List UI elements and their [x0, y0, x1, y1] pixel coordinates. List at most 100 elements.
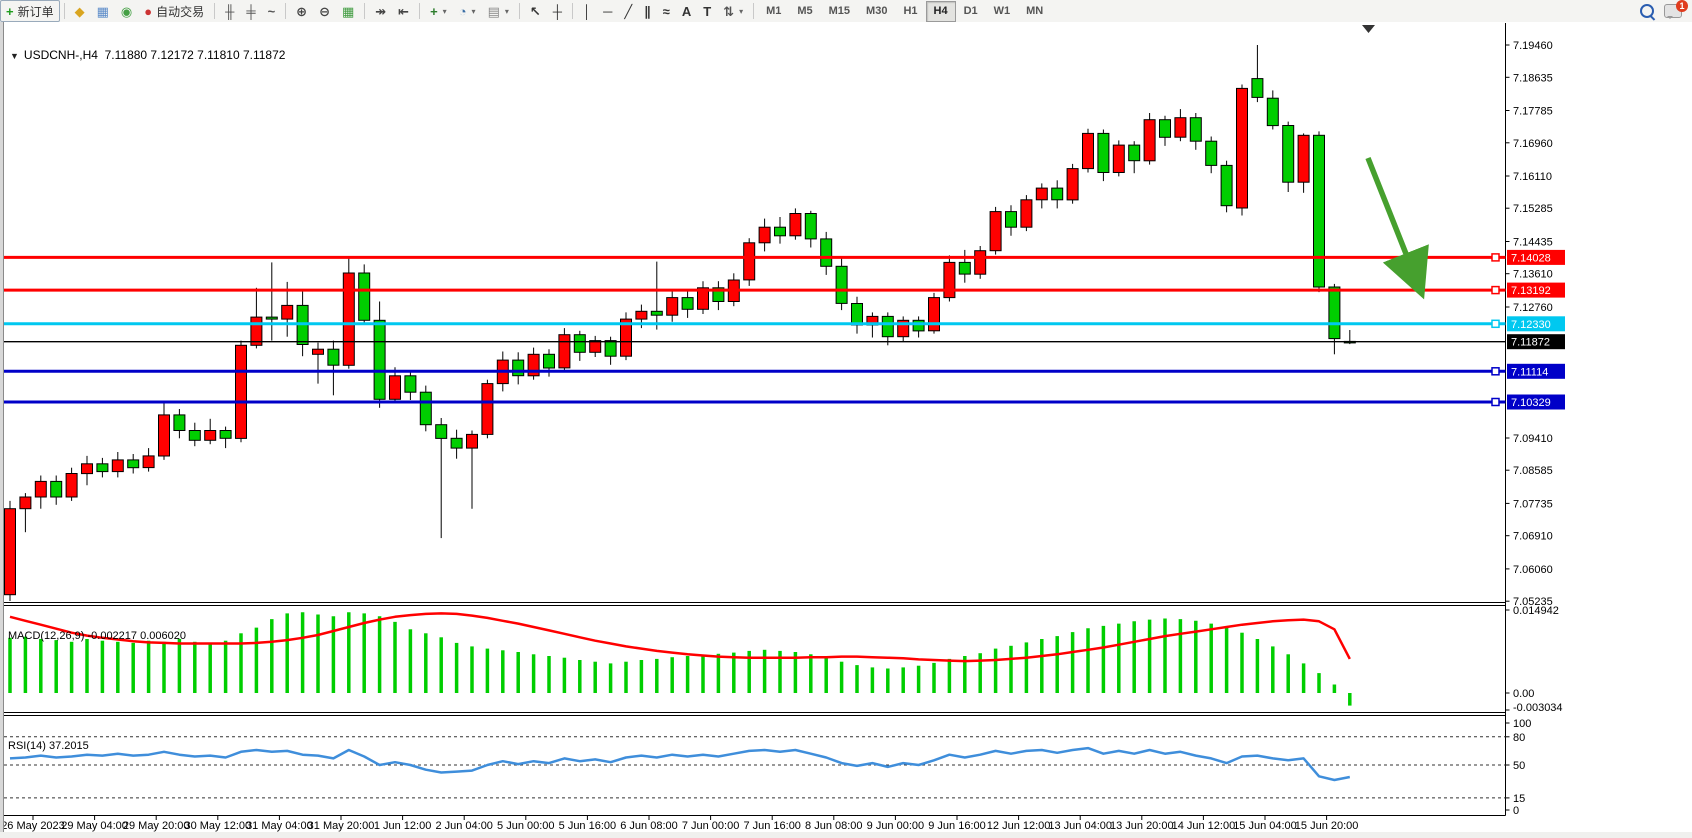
new-order-button[interactable]: +新订单 [0, 0, 60, 22]
dropdown-caret-icon[interactable]: ▾ [739, 7, 743, 16]
autotrading-button[interactable]: ●自动交易 [138, 0, 210, 22]
dropdown-caret-icon[interactable]: ▾ [443, 7, 447, 16]
svg-text:7.13192: 7.13192 [1511, 285, 1551, 297]
symbol-period-label: USDCNH-,H4 [24, 48, 98, 62]
cursor-icon: ↖ [530, 5, 541, 18]
svg-text:7 Jun 00:00: 7 Jun 00:00 [682, 820, 740, 832]
toolbar-separator [64, 3, 65, 19]
line-handle[interactable] [1492, 399, 1499, 406]
indicators-button[interactable]: +▾ [424, 0, 453, 22]
periods-button[interactable]: ◔▾ [453, 0, 482, 22]
rsi-line [10, 748, 1350, 780]
zoom-out-icon: ⊖ [319, 5, 330, 18]
market-watch-button[interactable]: ◆ [69, 0, 91, 22]
vertical-line-button[interactable]: │ [577, 0, 597, 22]
candle-chart-button[interactable]: ╪ [240, 0, 261, 22]
timeframe-m5-button[interactable]: M5 [789, 1, 820, 22]
pane-borders [4, 23, 1506, 816]
ohlc-values: 7.11880 7.12172 7.11810 7.11872 [105, 48, 286, 62]
chat-notification-icon[interactable]: 1 [1664, 4, 1682, 18]
svg-text:7.13610: 7.13610 [1513, 269, 1553, 281]
line-handle[interactable] [1492, 287, 1499, 294]
cursor-button[interactable]: ↖ [524, 0, 547, 22]
svg-text:100: 100 [1513, 718, 1531, 730]
signals-button[interactable]: ◉ [115, 0, 138, 22]
bar-chart-button[interactable]: ╫ [219, 0, 240, 22]
timeframe-m1-button[interactable]: M1 [758, 1, 789, 22]
rsi-pane: 1008050150 [4, 718, 1531, 817]
chart-shift-button[interactable]: ⇤ [392, 0, 415, 22]
svg-text:7.14028: 7.14028 [1511, 252, 1551, 264]
templates-button[interactable]: ▤▾ [482, 0, 515, 22]
svg-text:15 Jun 20:00: 15 Jun 20:00 [1295, 820, 1359, 832]
svg-text:6 Jun 08:00: 6 Jun 08:00 [620, 820, 678, 832]
search-icon[interactable] [1640, 4, 1654, 18]
svg-text:0.014942: 0.014942 [1513, 605, 1559, 617]
svg-text:8 Jun 08:00: 8 Jun 08:00 [805, 820, 863, 832]
zoom-out-button[interactable]: ⊖ [313, 0, 336, 22]
svg-text:7.06060: 7.06060 [1513, 564, 1553, 576]
toolbar-separator [214, 3, 215, 19]
main-toolbar: +新订单◆▦◉●自动交易╫╪~⊕⊖▦↠⇤+▾◔▾▤▾↖┼│─╱∥≈AT⇅▾M1M… [0, 0, 1692, 23]
svg-text:7.10329: 7.10329 [1511, 397, 1551, 409]
chevron-down-icon[interactable]: ▼ [10, 51, 19, 61]
text-label-button[interactable]: T [697, 0, 717, 22]
macd-main-value: -0.002217 [87, 630, 137, 642]
timeframe-mn-button[interactable]: MN [1018, 1, 1051, 22]
svg-text:5 Jun 16:00: 5 Jun 16:00 [559, 820, 617, 832]
chart-window-button[interactable]: ▦ [91, 0, 115, 22]
macd-pane: 0.0149420.00-0.003034 [10, 605, 1563, 714]
svg-text:7.06910: 7.06910 [1513, 531, 1553, 543]
toolbar-separator [519, 3, 520, 19]
chart-window[interactable]: ▼ USDCNH-,H4 7.11880 7.12172 7.11810 7.11… [0, 22, 1692, 838]
crosshair-button[interactable]: ┼ [547, 0, 568, 22]
arrows-icon: ⇅ [723, 5, 734, 18]
svg-text:26 May 2023: 26 May 2023 [1, 820, 65, 832]
dropdown-caret-icon[interactable]: ▾ [472, 7, 476, 16]
svg-text:5 Jun 00:00: 5 Jun 00:00 [497, 820, 555, 832]
macd-signal-value: 0.006020 [140, 630, 186, 642]
auto-scroll-button[interactable]: ↠ [369, 0, 392, 22]
bars-icon: ╫ [225, 5, 234, 18]
trendline-icon: ╱ [624, 5, 632, 18]
timeframe-d1-button[interactable]: D1 [956, 1, 986, 22]
sell-annotation-arrow[interactable] [1368, 158, 1418, 284]
zoom-in-button[interactable]: ⊕ [290, 0, 313, 22]
text-button[interactable]: A [676, 0, 697, 22]
new-order-icon: + [6, 5, 14, 18]
fibonacci-button[interactable]: ≈ [657, 0, 676, 22]
indicators-icon: + [430, 5, 438, 18]
chart-title: ▼ USDCNH-,H4 7.11880 7.12172 7.11810 7.11… [10, 48, 285, 62]
vline-icon: │ [583, 5, 591, 18]
channel-button[interactable]: ∥ [638, 0, 657, 22]
svg-text:7.16110: 7.16110 [1513, 171, 1552, 183]
line-handle[interactable] [1492, 320, 1499, 327]
line-chart-button[interactable]: ~ [262, 0, 282, 22]
autoscroll-icon: ↠ [375, 5, 386, 18]
timeframe-w1-button[interactable]: W1 [986, 1, 1019, 22]
svg-text:7.15285: 7.15285 [1513, 203, 1553, 215]
timeframe-h4-button[interactable]: H4 [926, 1, 956, 22]
svg-text:7 Jun 16:00: 7 Jun 16:00 [743, 820, 801, 832]
timeframe-m15-button[interactable]: M15 [821, 1, 858, 22]
arrows-button[interactable]: ⇅▾ [717, 0, 749, 22]
svg-text:30 May 12:00: 30 May 12:00 [184, 820, 251, 832]
dropdown-caret-icon[interactable]: ▾ [505, 7, 509, 16]
time-axis: 26 May 202329 May 04:0029 May 20:0030 Ma… [1, 816, 1358, 833]
window-bottom-strip [0, 832, 1692, 838]
svg-text:31 May 04:00: 31 May 04:00 [246, 820, 313, 832]
trendline-button[interactable]: ╱ [618, 0, 638, 22]
line-handle[interactable] [1492, 254, 1499, 261]
price-chart-canvas[interactable]: 7.194607.186357.177857.169607.161107.152… [0, 22, 1692, 838]
svg-text:29 May 20:00: 29 May 20:00 [123, 820, 190, 832]
horizontal-line-button[interactable]: ─ [597, 0, 618, 22]
timeframe-h1-button[interactable]: H1 [895, 1, 925, 22]
tile-windows-button[interactable]: ▦ [336, 0, 360, 22]
resistance-line-7.14028[interactable]: 7.14028 [4, 250, 1565, 265]
line-handle[interactable] [1492, 368, 1499, 375]
svg-text:7.16960: 7.16960 [1513, 138, 1553, 150]
chart-shift-marker[interactable] [1362, 25, 1375, 33]
svg-text:9 Jun 00:00: 9 Jun 00:00 [867, 820, 925, 832]
toolbar-separator [285, 3, 286, 19]
timeframe-m30-button[interactable]: M30 [858, 1, 895, 22]
